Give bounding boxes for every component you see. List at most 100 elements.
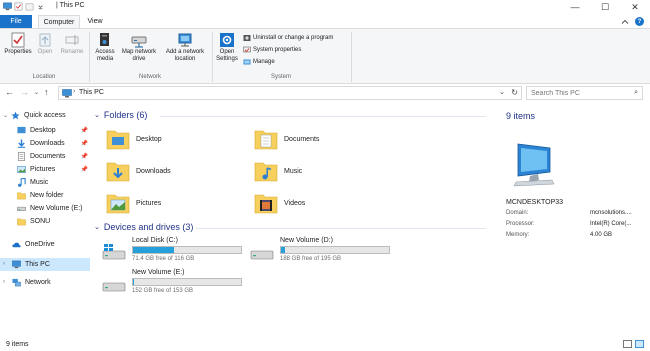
- ribbon-tabs: File Computer View ?: [0, 14, 650, 28]
- collapse-ribbon-icon[interactable]: [621, 18, 629, 26]
- help-icon[interactable]: ?: [635, 17, 644, 26]
- drive-item-c[interactable]: Local Disk (C:) 71.4 GB free of 116 GB: [102, 237, 252, 263]
- download-icon: [17, 139, 26, 148]
- pin-icon[interactable]: 📌: [81, 153, 88, 160]
- folder-item-desktop[interactable]: Desktop: [106, 128, 162, 150]
- drive-usage-bar-e: [132, 278, 242, 286]
- nav-quick-access[interactable]: ⌄ Quick access: [0, 109, 90, 122]
- search-input[interactable]: [527, 87, 627, 99]
- drive-item-d[interactable]: New Volume (D:) 188 GB free of 195 GB: [250, 237, 400, 263]
- access-media-button[interactable]: Access media: [92, 32, 118, 63]
- breadcrumb-this-pc[interactable]: This PC: [79, 89, 104, 96]
- rename-button[interactable]: Rename: [58, 32, 86, 56]
- expand-chevron-icon[interactable]: ⌄: [3, 112, 8, 119]
- pin-icon[interactable]: 📌: [81, 166, 88, 173]
- customize-toolbar-icon[interactable]: [36, 2, 45, 11]
- nav-item-pictures[interactable]: Pictures 📌: [0, 163, 90, 176]
- documents-folder-icon: [254, 130, 278, 150]
- collapse-chevron-icon[interactable]: ⌄: [94, 223, 100, 231]
- nav-item-sonu[interactable]: SONU: [0, 215, 90, 228]
- documents-icon: [18, 152, 25, 161]
- drive-item-e[interactable]: New Volume (E:) 152 GB free of 153 GB: [102, 269, 252, 295]
- tab-view[interactable]: View: [82, 15, 108, 28]
- open-button[interactable]: Open: [35, 32, 55, 56]
- nav-onedrive[interactable]: OneDrive: [0, 238, 90, 251]
- folder-label-documents: Documents: [284, 135, 320, 143]
- folders-group-header[interactable]: ⌄ Folders (6): [94, 110, 147, 120]
- recent-locations-chevron-icon[interactable]: ⌄: [34, 89, 39, 96]
- details-view-icon[interactable]: [623, 340, 632, 348]
- nav-item-new-volume-e[interactable]: New Volume (E:): [0, 202, 90, 215]
- refresh-icon[interactable]: ↻: [511, 88, 518, 97]
- pictures-folder-icon: [106, 194, 130, 214]
- music-icon: [18, 178, 26, 187]
- nav-this-pc[interactable]: › This PC: [0, 258, 90, 271]
- nav-item-new-folder[interactable]: New folder: [0, 189, 90, 202]
- folder-item-music[interactable]: Music: [254, 160, 302, 182]
- system-properties-label: System properties: [253, 47, 302, 53]
- nav-label-pictures: Pictures: [30, 166, 56, 173]
- drives-group-header[interactable]: ⌄ Devices and drives (3): [94, 222, 193, 232]
- expand-chevron-icon[interactable]: ›: [3, 279, 5, 285]
- group-separator: [351, 32, 352, 82]
- address-row: ← → ⌄ ↑ › This PC ⌄ ↻ ⌕: [0, 84, 650, 102]
- address-dropdown-icon[interactable]: ⌄: [499, 88, 505, 96]
- new-folder-icon[interactable]: [25, 2, 34, 11]
- computer-icon: [513, 143, 555, 187]
- collapse-chevron-icon[interactable]: ⌄: [94, 111, 100, 119]
- tab-file[interactable]: File: [0, 15, 32, 28]
- folder-item-downloads[interactable]: Downloads: [106, 160, 171, 182]
- desktop-folder-icon: [106, 130, 130, 150]
- drive-usage-bar-d: [280, 246, 390, 254]
- group-label-network: Network: [138, 74, 161, 80]
- status-bar: 9 items: [0, 338, 650, 351]
- drive-free-e: 152 GB free of 153 GB: [132, 288, 194, 294]
- search-box[interactable]: ⌕: [526, 86, 643, 100]
- folder-item-documents[interactable]: Documents: [254, 128, 319, 150]
- up-arrow-icon[interactable]: ↑: [44, 87, 49, 97]
- pin-icon[interactable]: 📌: [81, 127, 88, 134]
- pin-icon[interactable]: 📌: [81, 140, 88, 147]
- uninstall-icon: [243, 35, 251, 41]
- properties-icon[interactable]: [14, 2, 23, 11]
- forward-arrow-icon[interactable]: →: [20, 87, 29, 97]
- drives-header-text: Devices and drives (3): [103, 222, 194, 232]
- breadcrumb-separator: ›: [73, 88, 76, 95]
- maximize-button[interactable]: ☐: [590, 0, 620, 14]
- back-arrow-icon[interactable]: ←: [5, 87, 14, 97]
- settings-gear-icon: [220, 33, 234, 47]
- nav-item-desktop[interactable]: Desktop 📌: [0, 124, 90, 137]
- nav-network[interactable]: › Network: [0, 276, 90, 289]
- expand-chevron-icon[interactable]: ›: [3, 261, 5, 267]
- open-icon: [39, 33, 51, 47]
- map-network-drive-button[interactable]: Map network drive: [119, 32, 159, 63]
- nav-item-downloads[interactable]: Downloads 📌: [0, 137, 90, 150]
- manage-button[interactable]: Manage: [243, 58, 275, 66]
- uninstall-program-button[interactable]: Uninstall or change a program: [243, 34, 333, 42]
- add-network-location-button[interactable]: Add a network location: [161, 32, 209, 63]
- folder-item-pictures[interactable]: Pictures: [106, 192, 161, 214]
- close-button[interactable]: ✕: [620, 0, 650, 14]
- properties-button[interactable]: Properties: [3, 32, 33, 56]
- memory-value: 4.00 GB: [590, 232, 613, 238]
- this-pc-icon: [62, 89, 72, 98]
- group-label-system: System: [270, 74, 291, 80]
- videos-folder-icon: [254, 194, 278, 214]
- open-settings-button[interactable]: Open Settings: [214, 32, 240, 63]
- nav-item-music[interactable]: Music: [0, 176, 90, 189]
- folder-label-music: Music: [284, 167, 303, 175]
- folder-item-videos[interactable]: Videos: [254, 192, 305, 214]
- tab-computer[interactable]: Computer: [38, 15, 80, 28]
- network-icon: [12, 278, 21, 287]
- system-properties-button[interactable]: System properties: [243, 46, 301, 54]
- manage-icon: [243, 59, 251, 65]
- address-bar[interactable]: › This PC ⌄ ↻: [58, 86, 522, 100]
- maximize-icon: ☐: [600, 1, 610, 12]
- nav-label-sonu: SONU: [30, 218, 51, 225]
- view-switcher: [623, 340, 644, 348]
- folder-label-desktop: Desktop: [136, 135, 162, 143]
- nav-item-documents[interactable]: Documents 📌: [0, 150, 90, 163]
- minimize-button[interactable]: —: [560, 0, 590, 14]
- large-icons-view-icon[interactable]: [635, 340, 644, 348]
- cloud-icon: [12, 242, 21, 248]
